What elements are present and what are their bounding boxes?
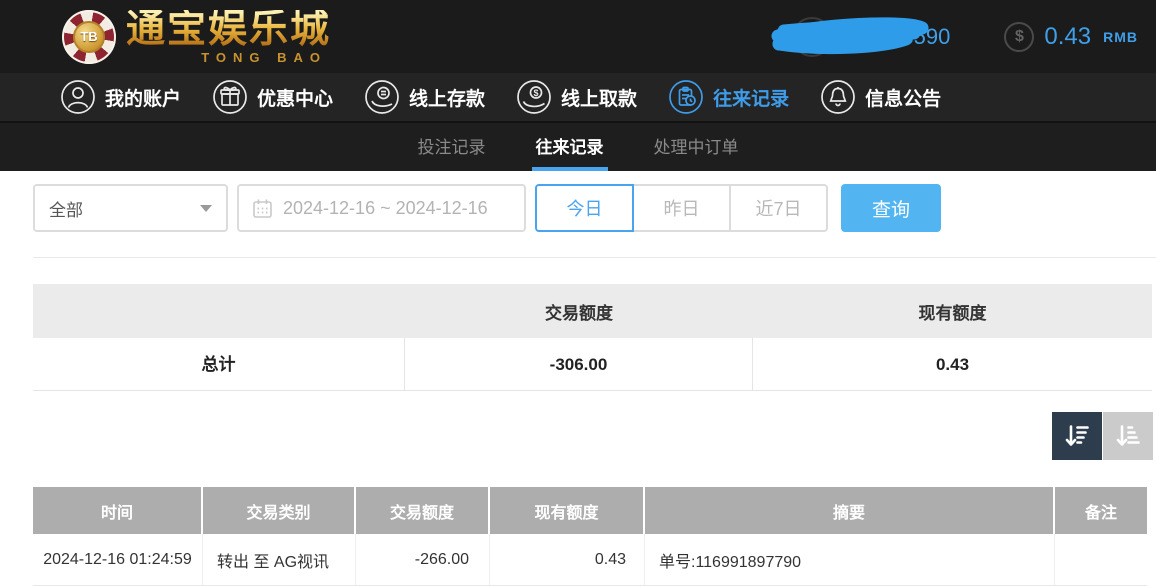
cell-summary: 单号:116991897790 [645,534,1055,585]
col-header-summary: 摘要 [645,487,1055,534]
summary-header-row: 交易额度 现有额度 [33,284,1152,338]
search-button[interactable]: 查询 [841,184,941,232]
range-today-button[interactable]: 今日 [535,184,634,232]
tab-pending-orders[interactable]: 处理中订单 [650,123,743,171]
summary-total-amount: -306.00 [405,338,753,391]
type-dropdown-value: 全部 [49,196,83,221]
sort-descending-icon [1063,422,1091,450]
quick-range-group: 今日 昨日 近7日 [535,184,828,232]
username-area[interactable]: ng8590 [764,14,952,60]
filter-row: 全部 2024-12-16 ~ 2024-12-16 今日 昨日 近7日 查询 [33,184,1156,232]
redaction-scribble [764,14,952,60]
balance-currency: RMB [1103,29,1138,45]
user-icon [60,79,96,115]
site-subtitle: TONG BAO [201,51,327,64]
type-dropdown[interactable]: 全部 [33,184,228,232]
summary-total-label: 总计 [33,338,405,391]
col-header-type: 交易类别 [203,487,356,534]
tab-betting-records[interactable]: 投注记录 [414,123,490,171]
nav-item-announcements[interactable]: 信息公告 [820,79,941,115]
summary-header-current-balance: 现有额度 [753,299,1152,324]
withdraw-icon: $ [516,79,552,115]
range-yesterday-button[interactable]: 昨日 [632,184,731,232]
tab-transaction-records[interactable]: 往来记录 [532,123,608,171]
site-logo[interactable]: TB 通宝娱乐城 TONG BAO [62,10,331,64]
site-title: 通宝娱乐城 [126,10,331,49]
content-area: 全部 2024-12-16 ~ 2024-12-16 今日 昨日 近7日 查询 … [0,171,1156,586]
sub-nav: 投注记录 往来记录 处理中订单 [0,123,1156,171]
cell-note [1055,534,1147,585]
table-row[interactable]: 2024-12-16 01:24:59 转出 至 AG视讯 -266.00 0.… [33,534,1147,586]
filter-separator [33,257,1156,258]
col-header-amount: 交易额度 [356,487,490,534]
summary-total-balance: 0.43 [753,338,1152,391]
col-header-time: 时间 [33,487,203,534]
calendar-icon [252,198,273,219]
svg-text:$: $ [534,88,539,98]
nav-item-withdraw[interactable]: $ 线上取款 [516,79,637,115]
col-header-note: 备注 [1055,487,1147,534]
date-range-value: 2024-12-16 ~ 2024-12-16 [283,198,488,219]
sort-descending-button[interactable] [1052,412,1102,460]
balance-display: $ 0.43 RMB [1004,22,1138,52]
nav-item-transaction-records[interactable]: 往来记录 [668,79,789,115]
sort-ascending-icon [1114,422,1142,450]
summary-table: 交易额度 现有额度 总计 -306.00 0.43 [33,284,1152,391]
cell-time: 2024-12-16 01:24:59 [33,534,203,585]
sort-controls [33,412,1153,460]
deposit-icon [364,79,400,115]
col-header-balance: 现有额度 [490,487,645,534]
dollar-icon: $ [1004,22,1034,52]
cell-balance: 0.43 [490,534,645,585]
balance-amount: 0.43 [1044,23,1091,51]
chip-label: TB [73,21,105,53]
range-last7days-button[interactable]: 近7日 [729,184,828,232]
summary-header-transaction-amount: 交易额度 [405,299,753,324]
top-header: TB 通宝娱乐城 TONG BAO ng8590 $ 0.43 RMB [0,0,1156,73]
nav-item-deposit[interactable]: 线上存款 [364,79,485,115]
chevron-down-icon [200,205,212,212]
nav-item-my-account[interactable]: 我的账户 [60,79,181,115]
records-icon [668,79,704,115]
gift-icon [212,79,248,115]
nav-item-promotions[interactable]: 优惠中心 [212,79,333,115]
summary-total-row: 总计 -306.00 0.43 [33,338,1152,391]
announcement-bell-icon [820,79,856,115]
records-header-row: 时间 交易类别 交易额度 现有额度 摘要 备注 [33,487,1147,534]
records-table: 时间 交易类别 交易额度 现有额度 摘要 备注 2024-12-16 01:24… [33,487,1147,586]
main-nav: 我的账户 优惠中心 线上存款 $ 线上取款 往来记录 信息公告 [0,73,1156,123]
cell-amount: -266.00 [356,534,490,585]
poker-chip-icon: TB [62,10,116,64]
sort-ascending-button[interactable] [1103,412,1153,460]
cell-type: 转出 至 AG视讯 [203,534,356,585]
date-range-input[interactable]: 2024-12-16 ~ 2024-12-16 [237,184,526,232]
